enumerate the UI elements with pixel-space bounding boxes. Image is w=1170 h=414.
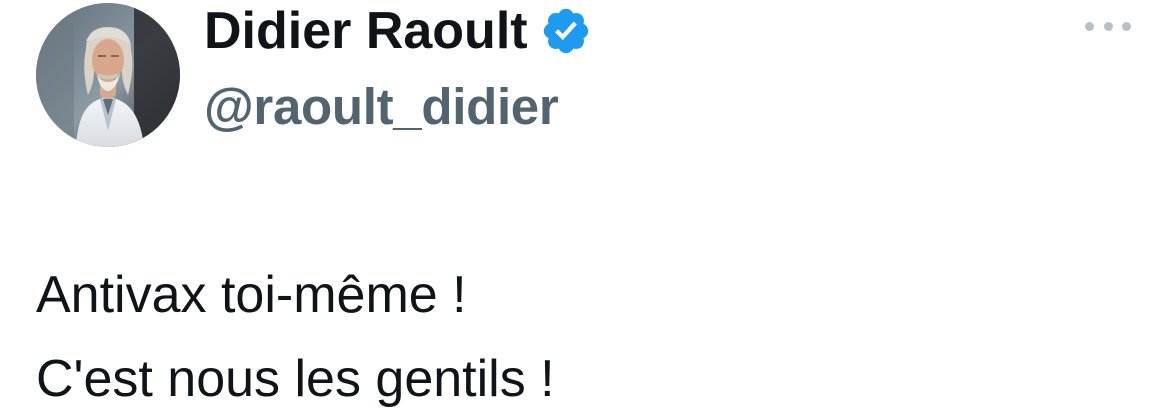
author-name-row[interactable]: Didier Raoult [204, 2, 594, 60]
more-dot [1122, 21, 1131, 31]
more-dot [1103, 21, 1113, 31]
verified-badge-icon [540, 4, 594, 58]
more-dot [1085, 21, 1094, 31]
tweet-card: Didier Raoult @raoult_didier Antivax toi… [0, 0, 1170, 414]
user-handle[interactable]: @raoult_didier [204, 78, 559, 136]
tweet-line: C'est nous les gentils ! [36, 350, 555, 408]
tweet-text: Antivax toi-même ! C'est nous les gentil… [36, 253, 555, 414]
more-options-icon[interactable] [1085, 14, 1131, 38]
display-name[interactable]: Didier Raoult [204, 2, 528, 60]
tweet-line: Antivax toi-même ! [36, 266, 467, 324]
avatar[interactable] [36, 3, 180, 147]
